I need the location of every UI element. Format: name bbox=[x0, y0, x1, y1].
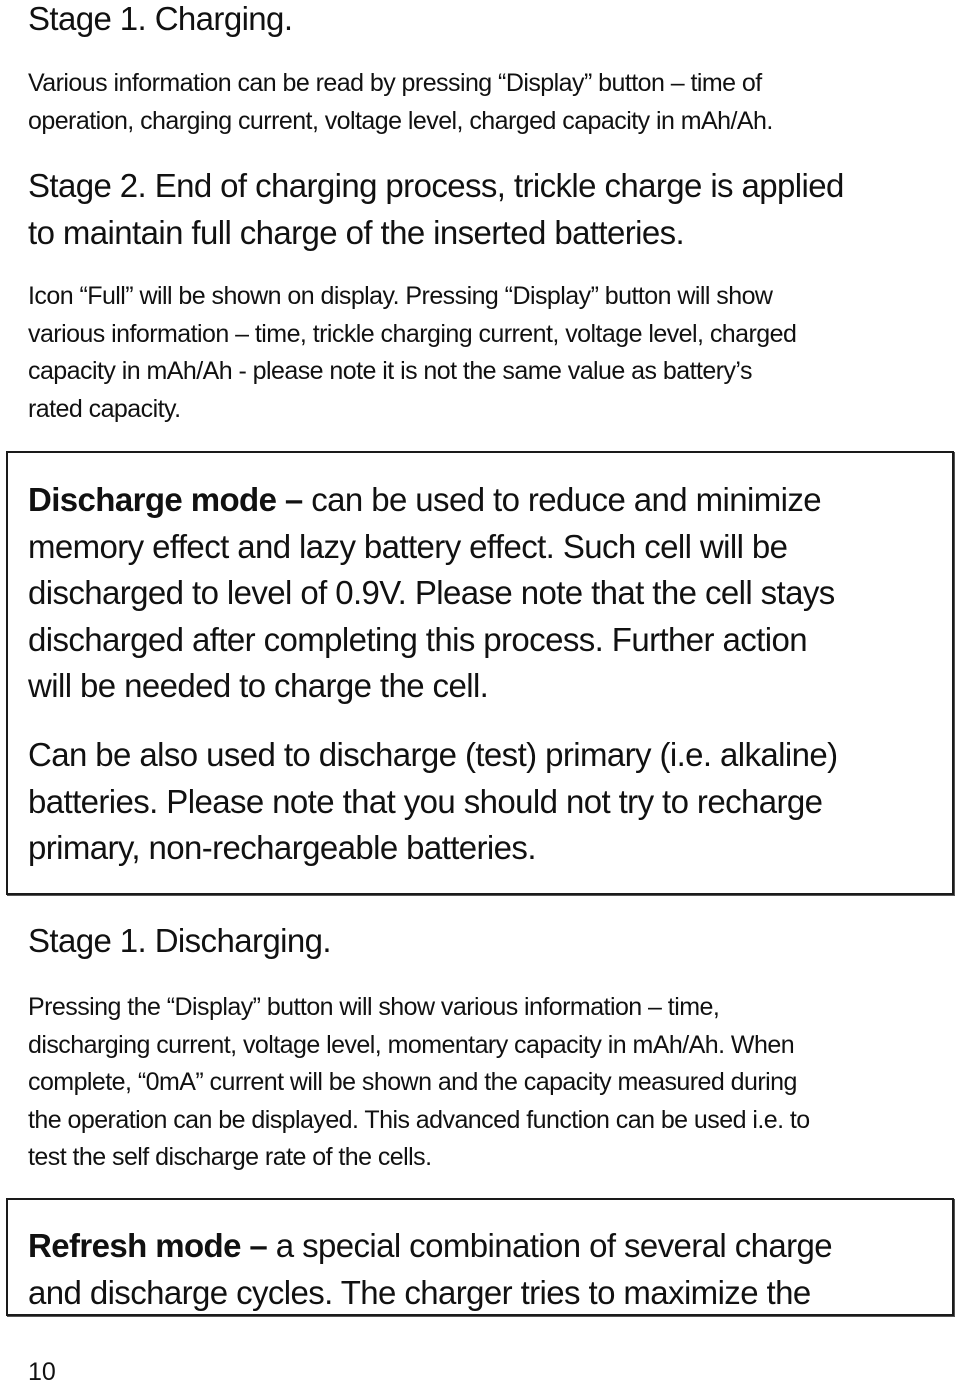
paragraph-line: test the self discharge rate of the cell… bbox=[28, 1143, 432, 1171]
paragraph-line: batteries. Please note that you should n… bbox=[28, 782, 823, 820]
paragraph-line: memory effect and lazy battery effect. S… bbox=[28, 527, 788, 565]
discharge-mode-note: Can be also used to discharge (test) pri… bbox=[28, 732, 838, 872]
heading-line: Stage 2. End of charging process, trickl… bbox=[28, 167, 844, 204]
paragraph-line: discharged to level of 0.9V. Please note… bbox=[28, 574, 835, 611]
paragraph-line: discharging current, voltage level, mome… bbox=[28, 1030, 795, 1059]
stage1-charging-heading: Stage 1. Charging. bbox=[28, 0, 293, 37]
refresh-mode-box: Refresh mode – a special combination of … bbox=[6, 1198, 954, 1316]
stage2-charging-paragraph: Icon “Full” will be shown on display. Pr… bbox=[28, 278, 797, 428]
paragraph-line: operation, charging current, voltage lev… bbox=[28, 106, 773, 135]
discharge-mode-box: Discharge mode – can be used to reduce a… bbox=[6, 451, 954, 895]
paragraph-line: primary, non-rechargeable batteries. bbox=[28, 829, 536, 866]
paragraph-line: Discharge mode – can be used to reduce a… bbox=[28, 477, 835, 524]
paragraph-line: the operation can be displayed. This adv… bbox=[28, 1105, 810, 1134]
paragraph-line: capacity in mAh/Ah - please note it is n… bbox=[28, 357, 753, 385]
paragraph-line: Can be also used to discharge (test) pri… bbox=[28, 736, 838, 773]
refresh-mode-description: Refresh mode – a special combination of … bbox=[28, 1223, 833, 1316]
paragraph-line: and discharge cycles. The charger tries … bbox=[28, 1273, 811, 1311]
stage1-discharging-paragraph: Pressing the “Display” button will show … bbox=[28, 989, 810, 1177]
paragraph-line: discharged after completing this process… bbox=[28, 620, 808, 658]
stage1-charging-paragraph: Various information can be read by press… bbox=[28, 65, 773, 140]
paragraph-line: rated capacity. bbox=[28, 394, 181, 423]
paragraph-line: will be needed to charge the cell. bbox=[28, 667, 489, 704]
refresh-mode-title: Refresh mode – bbox=[28, 1227, 268, 1264]
description-text: can be used to reduce and minimize bbox=[302, 481, 821, 518]
paragraph-line: Various information can be read by press… bbox=[28, 69, 762, 97]
stage1-discharging-heading: Stage 1. Discharging. bbox=[28, 922, 332, 959]
paragraph-line: Pressing the “Display” button will show … bbox=[28, 993, 720, 1021]
paragraph-line: various information – time, trickle char… bbox=[28, 319, 797, 348]
paragraph-line: Icon “Full” will be shown on display. Pr… bbox=[28, 282, 773, 310]
heading-line: to maintain full charge of the inserted … bbox=[28, 213, 685, 251]
description-text: a special combination of several charge bbox=[267, 1227, 833, 1264]
discharge-mode-description: Discharge mode – can be used to reduce a… bbox=[28, 477, 835, 710]
paragraph-line: Refresh mode – a special combination of … bbox=[28, 1223, 833, 1270]
paragraph-line: complete, “0mA” current will be shown an… bbox=[28, 1068, 797, 1096]
stage2-charging-heading: Stage 2. End of charging process, trickl… bbox=[28, 163, 844, 256]
discharge-mode-title: Discharge mode – bbox=[28, 481, 303, 518]
page-number: 10 bbox=[28, 1358, 56, 1386]
